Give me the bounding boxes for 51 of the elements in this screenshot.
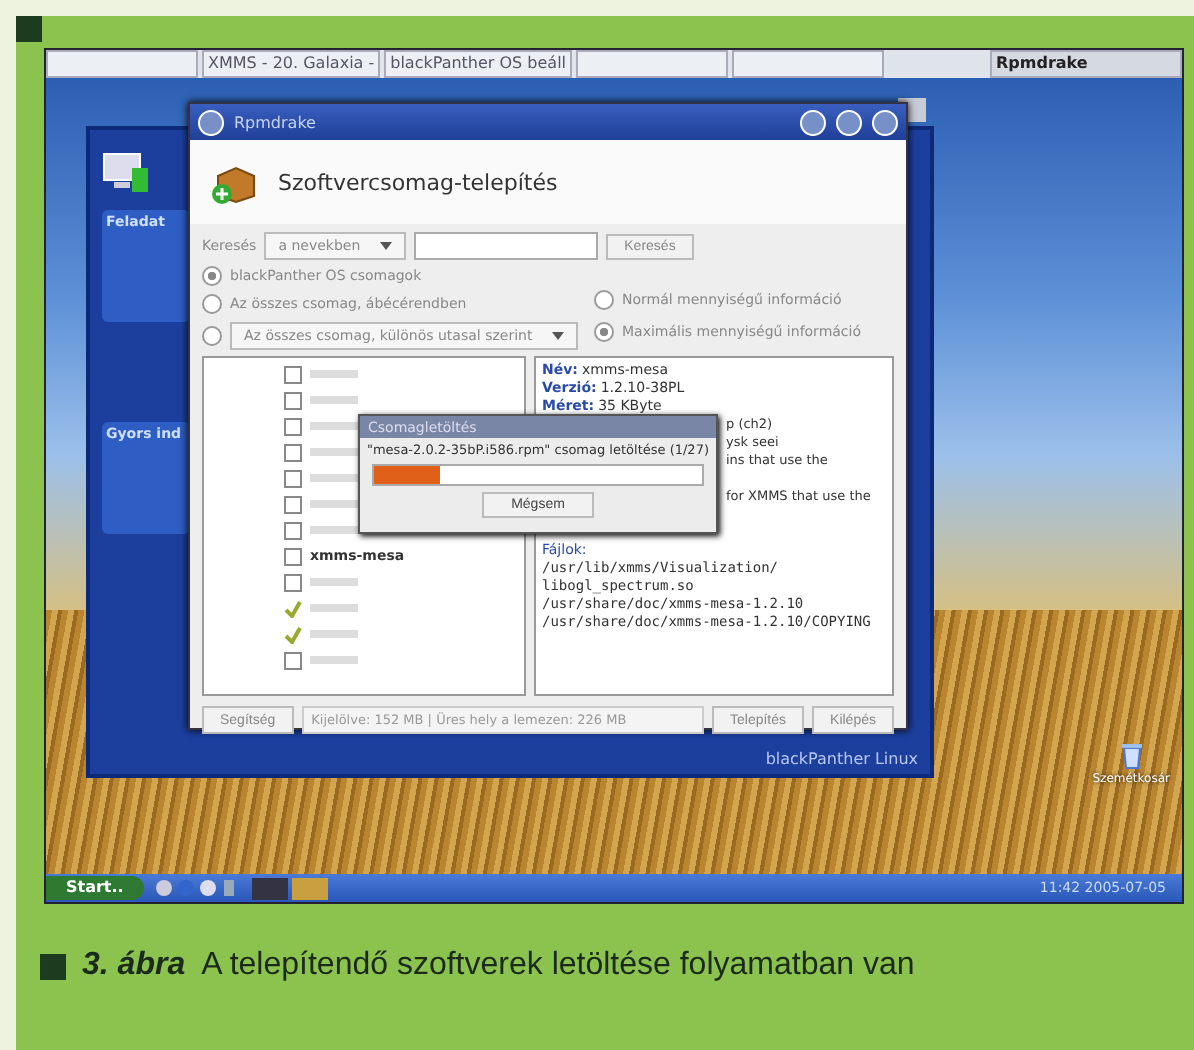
checkbox[interactable] xyxy=(284,417,302,435)
package-name-blur xyxy=(310,526,358,534)
corner-square xyxy=(16,16,42,42)
monitor-icon xyxy=(102,150,150,194)
search-field[interactable] xyxy=(414,232,599,260)
close-icon[interactable] xyxy=(872,109,898,135)
minimize-icon[interactable] xyxy=(800,109,826,135)
checkmark-icon[interactable] xyxy=(284,625,302,643)
checkbox[interactable] xyxy=(284,573,302,591)
checkbox[interactable] xyxy=(284,391,302,409)
start-button[interactable]: Start.. xyxy=(46,876,144,900)
maximize-icon[interactable] xyxy=(836,109,862,135)
radio-button[interactable] xyxy=(202,326,222,346)
caption-square xyxy=(40,953,66,979)
window-menu-icon[interactable] xyxy=(198,109,224,135)
window-footer: blackPanther Linux xyxy=(765,750,918,768)
checkbox[interactable] xyxy=(284,469,302,487)
checkbox[interactable] xyxy=(284,443,302,461)
checkbox[interactable] xyxy=(284,495,302,513)
checkbox[interactable] xyxy=(284,521,302,539)
checkbox[interactable] xyxy=(284,365,302,383)
package-name-blur xyxy=(310,422,358,430)
radio-button[interactable] xyxy=(594,290,614,310)
dialog-heading: Szoftvercsomag-telepítés xyxy=(278,169,558,195)
dropdown-arrow-icon xyxy=(380,242,393,250)
package-name-blur xyxy=(310,578,358,586)
radio-button[interactable] xyxy=(594,322,614,342)
package-name-blur xyxy=(310,474,358,482)
trash-bin-icon xyxy=(1119,742,1144,770)
task-button[interactable] xyxy=(732,50,885,78)
task-button[interactable] xyxy=(46,50,198,78)
window-title: Rpmdrake xyxy=(234,113,316,131)
package-name-blur xyxy=(310,500,358,508)
task-button[interactable]: blackPanther OS beáll xyxy=(384,50,573,78)
radio-button[interactable] xyxy=(202,294,222,314)
radio-button[interactable] xyxy=(202,266,222,286)
checkmark-icon[interactable] xyxy=(284,599,302,617)
package-name-blur xyxy=(310,448,358,456)
package-name-blur xyxy=(310,630,358,638)
checkbox[interactable] xyxy=(284,547,302,565)
dropdown-arrow-icon xyxy=(552,332,565,340)
package-name-blur xyxy=(310,656,358,664)
figure-number: 3. ábra xyxy=(82,948,186,984)
task-button[interactable]: Rpmdrake xyxy=(990,50,1182,78)
task-button[interactable] xyxy=(576,50,729,78)
task-button[interactable]: XMMS - 20. Galaxia - xyxy=(202,50,381,78)
package-name-blur xyxy=(310,604,358,612)
package-name-blur xyxy=(310,370,358,378)
caption-text: A telepítendő szoftverek letöltése folyamatban van xyxy=(201,948,915,984)
checkbox[interactable] xyxy=(284,651,302,669)
package-name-blur xyxy=(310,396,358,404)
